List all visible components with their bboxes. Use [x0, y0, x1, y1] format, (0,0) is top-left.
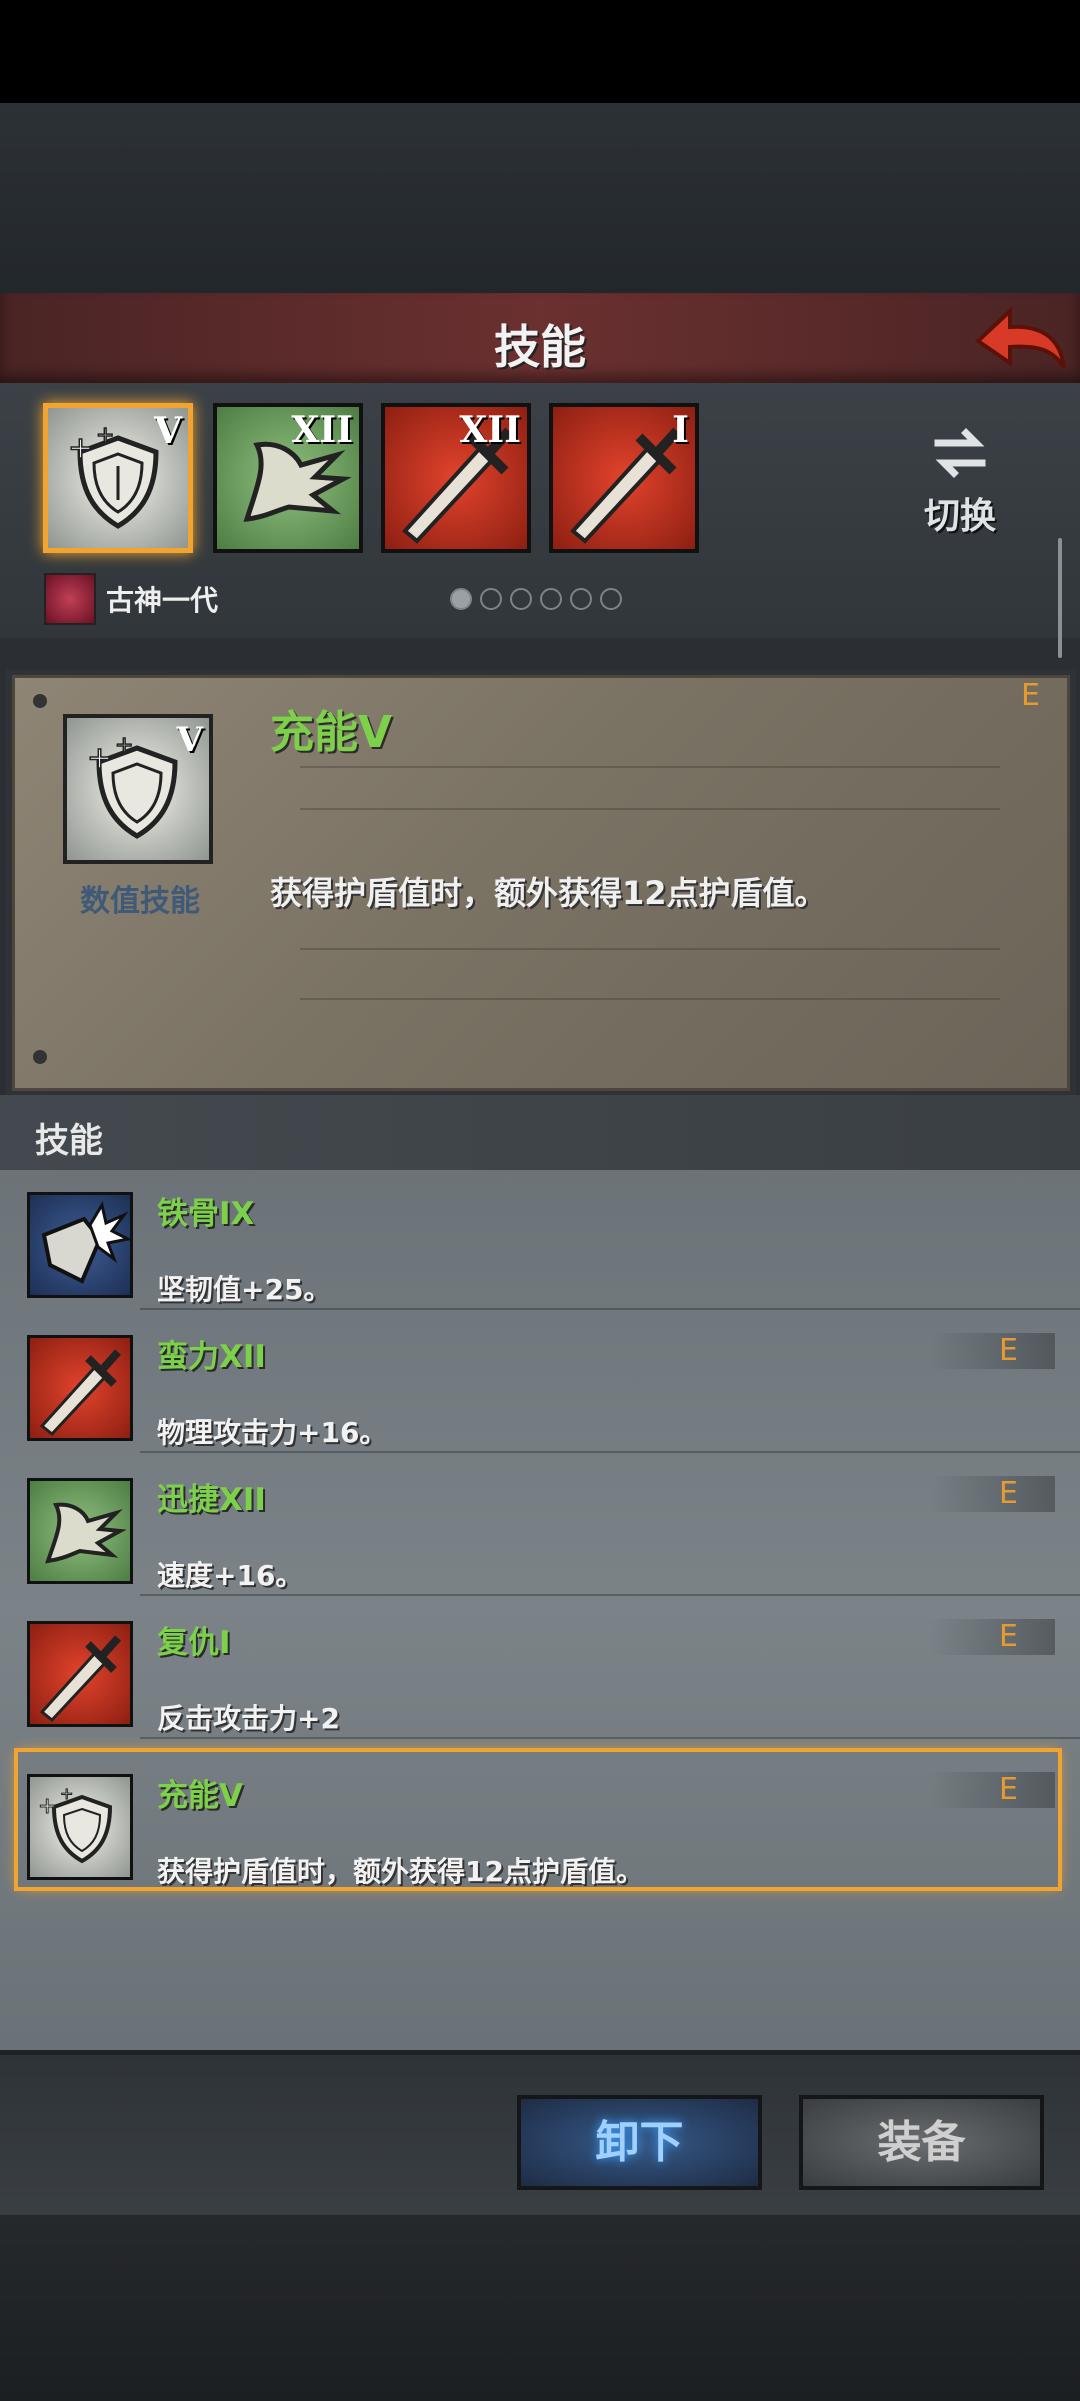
skill-slot-2[interactable]: XII: [213, 403, 363, 553]
skill-slot-rank: I: [672, 409, 689, 451]
list-item[interactable]: 复仇I 反击攻击力+2 E: [0, 1599, 1080, 1739]
detail-skill-icon: + + V: [63, 714, 213, 864]
page-dot[interactable]: [540, 588, 562, 610]
skill-description: 坚韧值+25。: [157, 1273, 332, 1306]
action-bar: 卸下 装备: [0, 2050, 1080, 2220]
iron-bone-icon: [41, 1201, 133, 1284]
divider: [140, 1594, 1080, 1596]
detail-rank: V: [176, 720, 203, 760]
svg-text:+: +: [38, 1794, 56, 1819]
skill-tag-label: E: [999, 1772, 1018, 1807]
detail-skill-type: 数值技能: [80, 884, 200, 919]
page-dot[interactable]: [600, 588, 622, 610]
list-item[interactable]: 铁骨IX 坚韧值+25。: [0, 1170, 1080, 1310]
skill-detail-panel: + + V 数值技能 充能V 获得护盾值时，额外获得12点护盾值。 E: [12, 675, 1070, 1091]
page-indicator: [450, 588, 622, 610]
page-dot[interactable]: [480, 588, 502, 610]
section-header: 技能: [0, 1095, 1080, 1170]
list-item[interactable]: 迅捷XII 速度+16。 E: [0, 1456, 1080, 1596]
status-bar: [0, 0, 1080, 103]
skill-description: 获得护盾值时，额外获得12点护盾值。: [157, 1855, 644, 1888]
unequip-button[interactable]: 卸下: [517, 2095, 762, 2190]
skill-icon: [27, 1192, 133, 1298]
skill-icon: + +: [27, 1774, 133, 1880]
skill-slot-rank: XII: [459, 409, 521, 451]
skill-tag: E: [930, 1619, 1055, 1655]
bolt-icon: [33, 1050, 47, 1064]
divider: [140, 1308, 1080, 1310]
skill-list: 铁骨IX 坚韧值+25。 蛮力XII 物理攻击力+16。 E 迅捷XII 速度+…: [0, 1170, 1080, 2050]
switch-button[interactable]: 切换: [905, 423, 1015, 543]
skill-name: 蛮力XII: [157, 1339, 266, 1375]
skill-name: 迅捷XII: [157, 1482, 266, 1518]
skill-icon: [27, 1478, 133, 1584]
svg-text:+: +: [68, 431, 93, 466]
section-title: 技能: [35, 1121, 103, 1161]
swift-wing-icon: [45, 1502, 127, 1564]
svg-text:+: +: [60, 1784, 73, 1803]
list-item[interactable]: 蛮力XII 物理攻击力+16。 E: [0, 1313, 1080, 1453]
svg-text:+: +: [87, 741, 112, 776]
skill-tag: E: [930, 1772, 1055, 1808]
skill-tag-label: E: [999, 1476, 1018, 1511]
divider: [300, 766, 1000, 768]
divider: [300, 998, 1000, 1000]
skill-description: 速度+16。: [157, 1559, 304, 1592]
page-title: 技能: [494, 320, 586, 374]
list-item-selected[interactable]: + + 充能V 获得护盾值时，额外获得12点护盾值。 E: [14, 1748, 1062, 1891]
bottom-backdrop: [0, 2215, 1080, 2401]
skill-tag: E: [930, 1333, 1055, 1369]
skill-icon: [27, 1335, 133, 1441]
skill-name: 铁骨IX: [157, 1196, 255, 1232]
equipped-skills-strip: + + V XII XII I 切换 古神一代: [0, 383, 1080, 658]
skill-name: 复仇I: [157, 1625, 231, 1661]
skill-tag-label: E: [999, 1333, 1018, 1368]
owner-info: 古神一代: [44, 573, 219, 625]
skill-name: 充能V: [157, 1778, 243, 1814]
skill-slot-rank: XII: [291, 409, 353, 451]
swap-arrows-icon: [934, 428, 986, 478]
divider: [140, 1451, 1080, 1453]
equip-button[interactable]: 装备: [799, 2095, 1044, 2190]
skill-description: 物理攻击力+16。: [157, 1416, 388, 1449]
divider: [140, 1737, 1080, 1739]
skill-slot-1[interactable]: + + V: [43, 403, 193, 553]
top-backdrop: [0, 103, 1080, 293]
detail-skill-name: 充能V: [270, 707, 393, 758]
skill-slot-3[interactable]: XII: [381, 403, 531, 553]
detail-tag: E: [1021, 678, 1040, 713]
sword-icon: [39, 1635, 121, 1723]
svg-text:+: +: [96, 423, 114, 448]
skill-tag-label: E: [999, 1619, 1018, 1654]
skill-slot-4[interactable]: I: [549, 403, 699, 553]
page-dot[interactable]: [570, 588, 592, 610]
skill-tag: E: [930, 1476, 1055, 1512]
shield-charge-icon: + +: [38, 1784, 113, 1864]
bolt-icon: [33, 694, 47, 708]
skill-icon: [27, 1621, 133, 1727]
svg-text:+: +: [115, 733, 133, 758]
owner-name: 古神一代: [106, 584, 219, 617]
switch-label: 切换: [923, 496, 996, 537]
divider: [300, 808, 1000, 810]
divider: [300, 948, 1000, 950]
scrollbar[interactable]: [1058, 538, 1062, 658]
skill-description: 反击攻击力+2: [157, 1702, 340, 1735]
page-dot[interactable]: [450, 588, 472, 610]
title-bar: 技能: [0, 293, 1080, 386]
back-arrow-icon: [974, 306, 1066, 369]
detail-skill-description: 获得护盾值时，额外获得12点护盾值。: [270, 874, 827, 912]
sword-icon: [39, 1349, 121, 1437]
back-button[interactable]: [970, 301, 1070, 377]
page-dot[interactable]: [510, 588, 532, 610]
owner-avatar: [44, 573, 96, 625]
skill-slot-rank: V: [154, 410, 182, 452]
